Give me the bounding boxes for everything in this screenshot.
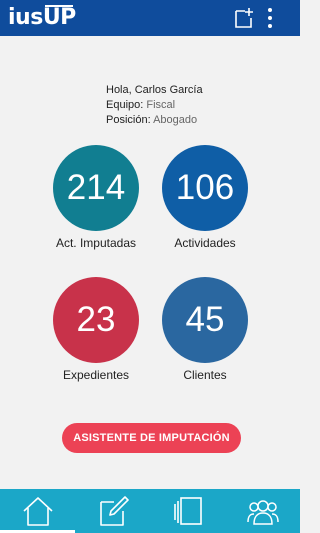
greeting-hello: Hola, Carlos García bbox=[106, 84, 203, 96]
files-icon bbox=[171, 494, 205, 528]
stat-label: Act. Imputadas bbox=[55, 236, 137, 250]
asistente-imputacion-button[interactable]: ASISTENTE DE IMPUTACIÓN bbox=[62, 423, 241, 453]
stat-circle[interactable]: 214 bbox=[53, 145, 139, 231]
stat-circle[interactable]: 45 bbox=[162, 277, 248, 363]
team-row: Equipo: Fiscal bbox=[106, 98, 286, 113]
team-label: Equipo: bbox=[106, 99, 144, 111]
top-app-bar: iusUP bbox=[0, 0, 300, 36]
stat-expedientes[interactable]: 23 Expedientes bbox=[46, 277, 146, 382]
nav-edit[interactable] bbox=[75, 489, 150, 533]
position-label: Posición: bbox=[106, 114, 151, 126]
stat-label: Clientes bbox=[183, 368, 227, 382]
stat-circle[interactable]: 106 bbox=[162, 145, 248, 231]
new-note-icon[interactable] bbox=[232, 6, 256, 30]
position-value: Abogado bbox=[153, 114, 198, 126]
stat-act-imputadas[interactable]: 214 Act. Imputadas bbox=[46, 145, 146, 250]
stat-circle[interactable]: 23 bbox=[53, 277, 139, 363]
nav-users[interactable] bbox=[225, 489, 300, 533]
nav-home[interactable] bbox=[0, 489, 75, 533]
stat-clientes[interactable]: 45 Clientes bbox=[155, 277, 255, 382]
position-row: Posición: Abogado bbox=[106, 113, 286, 128]
nav-files[interactable] bbox=[150, 489, 225, 533]
user-greeting: Hola, Carlos García Equipo: Fiscal Posic… bbox=[106, 83, 286, 128]
home-icon bbox=[21, 494, 55, 528]
stat-label: Actividades bbox=[174, 236, 236, 250]
edit-icon bbox=[96, 494, 130, 528]
more-vert-icon[interactable] bbox=[258, 6, 282, 30]
users-icon bbox=[246, 494, 280, 528]
bottom-nav bbox=[0, 489, 300, 533]
stat-actividades[interactable]: 106 Actividades bbox=[155, 145, 255, 250]
team-value: Fiscal bbox=[146, 99, 176, 111]
stat-label: Expedientes bbox=[62, 368, 130, 382]
app-logo: iusUP bbox=[8, 5, 76, 30]
